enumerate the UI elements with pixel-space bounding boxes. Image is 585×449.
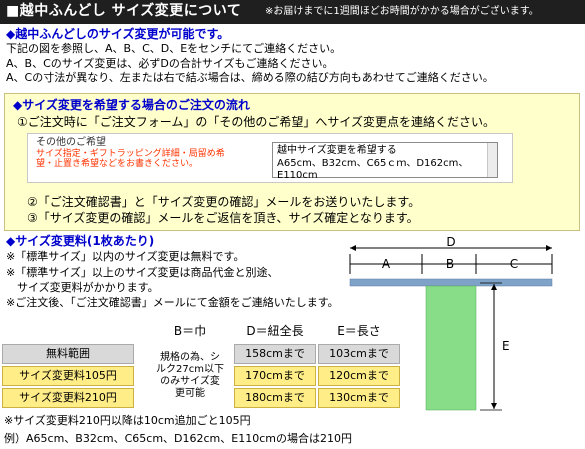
page-header: ■越中ふんどし サイズ変更について ※お届けまでに1週間ほどお時間がかかる場合が…	[0, 0, 585, 24]
col-header-d: D＝紐全長	[234, 320, 316, 342]
intro-section: ◆越中ふんどしのサイズ変更が可能です。 下記の図を参照し、A、B、C、D、Eをセ…	[6, 27, 581, 84]
flow-step-2: ②「ご注文確認書」と「サイズ変更の確認」メールをお送りいたします。	[27, 195, 421, 209]
intro-line-1: 下記の図を参照し、A、B、C、D、Eをセンチにてご連絡ください。	[6, 42, 342, 56]
row-free-label: 無料範囲	[2, 344, 134, 364]
fee-line-4: ※ご注文後、「ご注文確認書」メールにて金額をご連絡いたします。	[6, 295, 339, 309]
row-105-d: 170cmまで	[234, 366, 316, 386]
label-c: C	[510, 257, 518, 271]
fee-line-2: ※「標準サイズ」以上のサイズ変更は商品代金と別途、	[6, 265, 279, 279]
row-105-label: サイズ変更料105円	[2, 366, 134, 386]
col-header-b: B＝巾	[150, 320, 230, 342]
other-requests-note: サイズ指定・ギフトラッピング詳細・局留め希望・止置き希望などをお書きください。	[36, 149, 225, 170]
textarea-scrollbar[interactable]	[487, 143, 497, 177]
order-form-example: その他のご希望 サイズ指定・ギフトラッピング詳細・局留め希望・止置き希望などをお…	[27, 133, 513, 183]
b-width-note: 規格の為、シルク27cm以下のみサイズ変更可能	[156, 352, 224, 399]
label-b: B	[446, 257, 454, 271]
d-arrow-right	[546, 245, 552, 251]
flow-step-1: ①ご注文時に「ご注文フォーム」の「その他のご希望」へサイズ変更点を連絡ください。	[17, 115, 496, 129]
intro-line-3: A、Cの寸法が異なり、左または右で結ぶ場合は、締める際の結び方向もあわせてご連絡…	[6, 70, 494, 84]
d-arrow-left	[350, 245, 356, 251]
intro-heading: ◆越中ふんどしのサイズ変更が可能です。	[6, 27, 230, 41]
row-210-label: サイズ変更料210円	[2, 388, 134, 408]
fundoshi-size-diagram: D A B C E	[349, 236, 553, 411]
fee-section: ◆サイズ変更料(1枚あたり) ※「標準サイズ」以内のサイズ変更は無料です。 ※「…	[6, 234, 346, 309]
fabric-panel	[425, 285, 477, 411]
other-requests-textarea[interactable]: 越中サイズ変更を希望する A65cm、B32cm、C65ｃｍ、D162cm、E1…	[272, 142, 498, 181]
label-a: A	[382, 257, 391, 271]
row-210-d: 180cmまで	[234, 388, 316, 408]
intro-line-2: A、B、Cのサイズ変更は、必ずDの合計サイズもご連絡ください。	[6, 56, 334, 70]
waist-string	[349, 278, 553, 287]
fee-line-1: ※「標準サイズ」以内のサイズ変更は無料です。	[6, 250, 245, 264]
fee-heading: ◆サイズ変更料(1枚あたり)	[6, 234, 155, 248]
flow-heading: ◆サイズ変更を希望する場合のご注文の流れ	[13, 98, 250, 112]
textarea-line-2: A65cm、B32cm、C65ｃｍ、D162cm、E110cm	[277, 157, 469, 182]
order-flow-box: ◆サイズ変更を希望する場合のご注文の流れ ①ご注文時に「ご注文フォーム」の「その…	[4, 93, 580, 231]
e-arrow-bottom	[491, 403, 497, 409]
page-title: ■越中ふんどし サイズ変更について	[6, 3, 242, 19]
flow-step-3: ③「サイズ変更の確認」メールをご返信を頂き、サイズ確定となります。	[27, 211, 419, 225]
textarea-line-1: 越中サイズ変更を希望する	[277, 145, 397, 156]
fee-example-note: 例）A65cm、B32cm、C65cm、D162cm、E110cmの場合は210…	[4, 432, 352, 445]
other-requests-label: その他のご希望	[36, 137, 106, 148]
label-d: D	[446, 236, 455, 249]
row-free-d: 158cmまで	[234, 344, 316, 364]
fee-increment-note: ※サイズ変更料210円以降は10cm追加ごと105円	[4, 414, 251, 427]
fee-line-3: サイズ変更料がかかります。	[6, 280, 159, 294]
label-e: E	[502, 339, 510, 353]
delivery-note: ※お届けまでに1週間ほどお時間がかかる場合がございます。	[265, 6, 539, 17]
